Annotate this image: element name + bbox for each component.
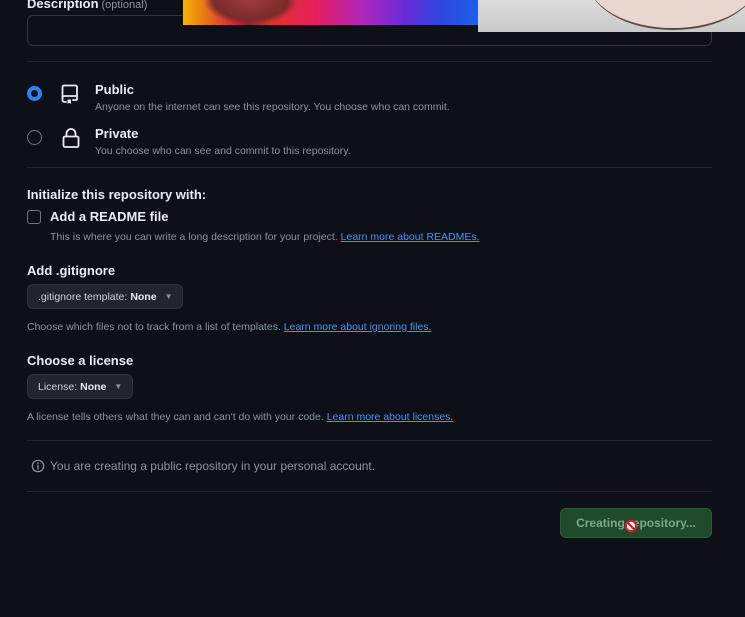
description-optional-text: (optional) (101, 0, 148, 11)
video-thumbnail-overlay (183, 0, 478, 25)
create-repository-form: Description (optional) Public Anyone on t… (0, 0, 745, 617)
public-repo-notice: You are creating a public repository in … (31, 459, 375, 473)
webcam-face (588, 0, 745, 30)
initialize-title: Initialize this repository with: (27, 187, 207, 202)
repo-icon (61, 84, 78, 104)
readme-option[interactable]: Add a README file (27, 209, 168, 224)
description-label-text: Description (27, 0, 99, 11)
readme-help-text: This is where you can write a long descr… (50, 231, 338, 243)
license-select[interactable]: License: None ▼ (27, 374, 134, 399)
license-help: A license tells others what they can and… (27, 411, 453, 423)
readme-learn-more-link[interactable]: Learn more about READMEs. (341, 231, 480, 243)
caret-down-icon: ▼ (114, 382, 123, 391)
visibility-option-private[interactable]: Private You choose who can see and commi… (27, 126, 351, 157)
lock-icon (62, 128, 80, 148)
gitignore-select-prefix: .gitignore template: (38, 290, 128, 303)
visibility-option-public[interactable]: Public Anyone on the internet can see th… (27, 82, 450, 113)
divider (27, 61, 712, 62)
notice-text: You are creating a public repository in … (50, 459, 376, 473)
public-subtitle: Anyone on the internet can see this repo… (95, 101, 450, 113)
gitignore-title: Add .gitignore (27, 263, 116, 278)
private-subtitle: You choose who can see and commit to thi… (95, 145, 351, 157)
gitignore-help: Choose which files not to track from a l… (27, 321, 431, 333)
description-label: Description (optional) (27, 0, 147, 11)
public-radio[interactable] (27, 86, 42, 101)
private-title: Private (95, 126, 139, 141)
caret-down-icon: ▼ (164, 292, 173, 301)
private-radio[interactable] (27, 130, 42, 145)
divider (27, 491, 712, 492)
license-select-value: None (80, 380, 107, 393)
webcam-overlay (478, 0, 745, 32)
license-learn-more-link[interactable]: Learn more about licenses. (327, 411, 454, 423)
license-help-text: A license tells others what they can and… (27, 411, 324, 423)
license-select-prefix: License: (38, 380, 78, 393)
divider (27, 440, 712, 441)
gitignore-select-value: None (130, 290, 157, 303)
readme-label[interactable]: Add a README file (50, 209, 168, 224)
public-title: Public (95, 82, 135, 97)
divider (27, 167, 712, 168)
gitignore-learn-more-link[interactable]: Learn more about ignoring files. (284, 321, 432, 333)
readme-help: This is where you can write a long descr… (50, 231, 480, 243)
thumbnail-figure (203, 0, 298, 25)
gitignore-help-text: Choose which files not to track from a l… (27, 321, 281, 333)
readme-checkbox[interactable] (27, 209, 41, 224)
license-title: Choose a license (27, 353, 134, 368)
gitignore-select[interactable]: .gitignore template: None ▼ (27, 284, 184, 309)
not-allowed-cursor-icon (624, 519, 638, 533)
info-icon (31, 459, 45, 473)
